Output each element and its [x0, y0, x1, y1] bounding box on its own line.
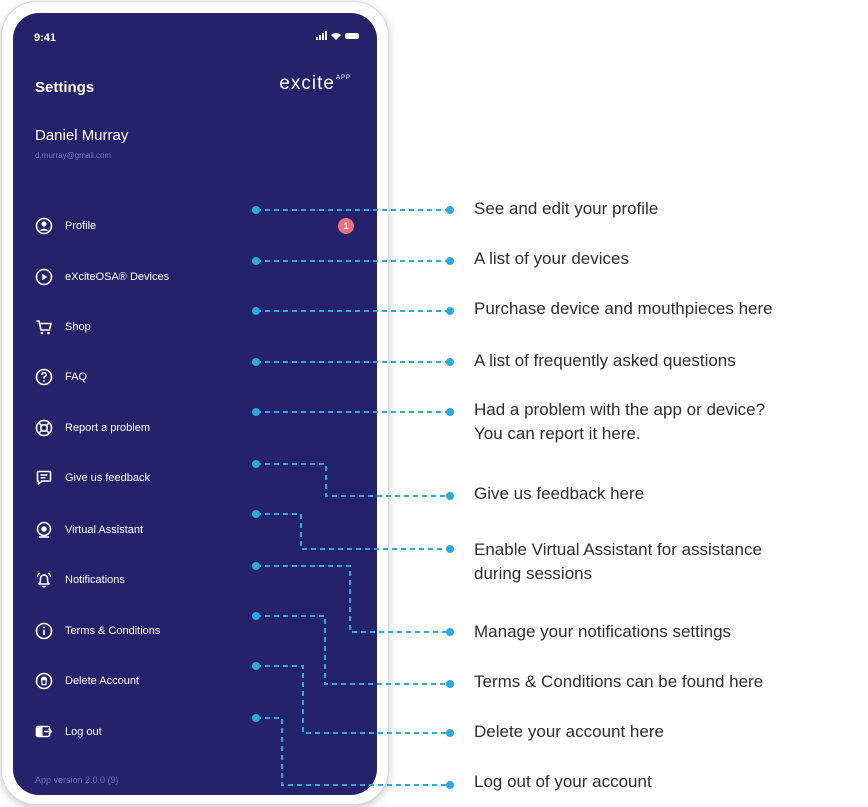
callout-7: Enable Virtual Assistant for assistance d…	[474, 538, 762, 586]
callout-1: See and edit your profile	[474, 197, 658, 221]
connector-dot	[252, 206, 260, 214]
connector-dot	[252, 662, 260, 670]
connector-line	[256, 717, 450, 786]
callout-4: A list of frequently asked questions	[474, 349, 736, 373]
callout-line: Terms & Conditions can be found here	[474, 672, 764, 691]
connector-line	[256, 565, 450, 633]
callout-line: See and edit your profile	[474, 199, 659, 218]
callout-line: during sessions	[474, 564, 593, 583]
connector-dot	[446, 628, 454, 636]
callout-line: Log out of your account	[474, 772, 652, 791]
callout-line: Delete your account here	[474, 722, 664, 741]
connector-dot	[446, 545, 454, 553]
connector-dot	[446, 257, 454, 265]
callout-line: Enable Virtual Assistant for assistance	[474, 540, 762, 559]
connector-dot	[446, 781, 454, 789]
connector-dot	[446, 408, 454, 416]
connector-line	[256, 463, 450, 497]
connector-dot	[252, 612, 260, 620]
callout-2: A list of your devices	[474, 247, 629, 271]
connector-dot	[252, 510, 260, 518]
callout-10: Delete your account here	[474, 720, 664, 744]
connector-dot	[446, 206, 454, 214]
callout-6: Give us feedback here	[474, 482, 644, 506]
connector-dot	[252, 714, 260, 722]
connector-line	[256, 615, 450, 685]
callout-8: Manage your notifications settings	[474, 620, 731, 644]
connector-dot	[446, 492, 454, 500]
callout-11: Log out of your account	[474, 770, 652, 794]
connector-dot	[252, 460, 260, 468]
callout-line: Purchase device and mouthpieces here	[474, 299, 773, 318]
callout-3: Purchase device and mouthpieces here	[474, 297, 773, 321]
connector-line	[256, 513, 450, 550]
connector-dot	[446, 307, 454, 315]
callout-line: A list of your devices	[474, 249, 629, 268]
connector-dot	[252, 358, 260, 366]
callout-5: Had a problem with the app or device? You…	[474, 398, 765, 446]
callout-9: Terms & Conditions can be found here	[474, 670, 763, 694]
callout-line: Manage your notifications settings	[474, 622, 732, 641]
callout-line: You can report it here.	[474, 424, 641, 443]
connector-dot	[446, 358, 454, 366]
connector-dot	[446, 729, 454, 737]
connector-dot	[252, 562, 260, 570]
connector-dot	[446, 680, 454, 688]
callout-line: Had a problem with the app or device?	[474, 400, 766, 419]
connector-dot	[252, 307, 260, 315]
connector-dot	[252, 257, 260, 265]
connector-line	[256, 665, 450, 734]
callout-line: Give us feedback here	[474, 484, 645, 503]
callout-line: A list of frequently asked questions	[474, 351, 736, 370]
connector-dot	[252, 408, 260, 416]
